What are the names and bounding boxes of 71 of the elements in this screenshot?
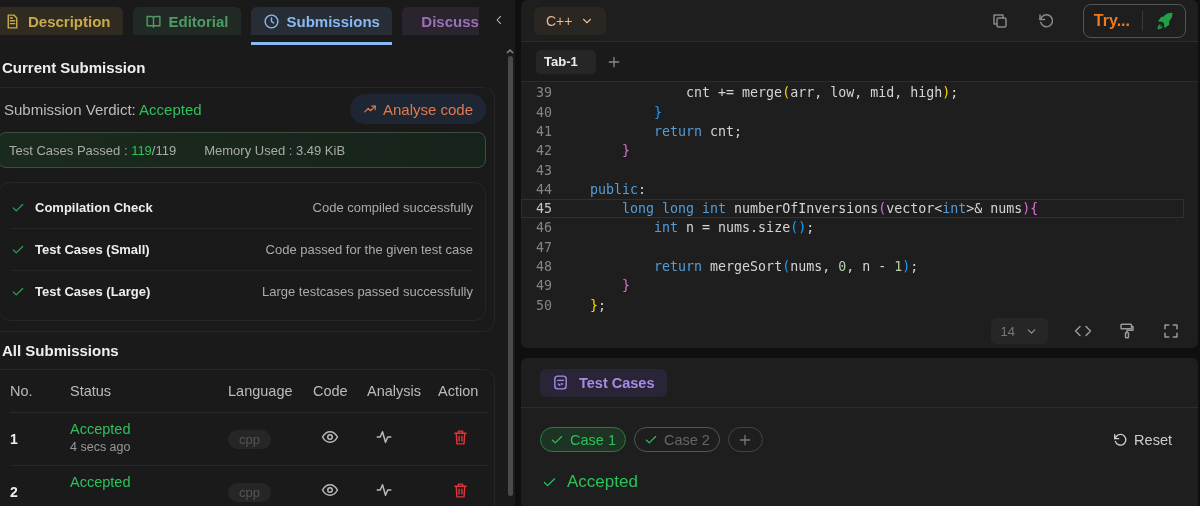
- code-line: public:: [590, 181, 647, 197]
- code-line: }: [621, 278, 631, 294]
- line-number: 43: [535, 162, 552, 178]
- eye-icon[interactable]: [321, 481, 339, 499]
- line-number: 44: [535, 181, 552, 197]
- line-number: 39: [535, 85, 552, 101]
- test-cases-tab[interactable]: Test Cases: [540, 368, 667, 397]
- trash-icon[interactable]: [452, 428, 469, 446]
- column-header: Analysis: [367, 383, 422, 399]
- code-line: }: [653, 104, 663, 120]
- line-number: 45: [535, 201, 552, 217]
- check-detail: Code passed for the given test case: [265, 242, 473, 257]
- column-header: Status: [70, 383, 113, 399]
- submission-verdict: Submission Verdict: Accepted: [4, 100, 202, 118]
- run-button[interactable]: Try...: [1082, 3, 1186, 38]
- line-number: 49: [535, 278, 552, 294]
- trash-icon[interactable]: [452, 481, 469, 499]
- pulse-icon[interactable]: [375, 428, 393, 446]
- reset-icon: [1112, 431, 1129, 448]
- section-heading: All Submissions: [2, 342, 120, 360]
- row-number: 1: [10, 431, 19, 447]
- eye-icon[interactable]: [321, 428, 339, 446]
- code-line: };: [590, 297, 607, 313]
- pulse-icon[interactable]: [375, 481, 393, 499]
- result-status: Accepted: [567, 472, 638, 492]
- case-tab[interactable]: Case 1: [540, 427, 626, 452]
- font-size-dropdown[interactable]: 14: [990, 318, 1048, 345]
- check-name: Compilation Check: [35, 200, 153, 215]
- paint-roller-icon[interactable]: [1118, 322, 1136, 341]
- line-number: 50: [535, 297, 552, 313]
- check-detail: Code compiled successfully: [312, 200, 473, 215]
- clock-icon: [262, 12, 280, 30]
- code-line: cnt += merge(arr, low, mid, high);: [685, 85, 959, 101]
- panel-tab[interactable]: Submissions: [250, 7, 392, 45]
- line-number: 40: [535, 104, 552, 120]
- status-text: Accepted: [70, 474, 132, 490]
- scroll-up-icon[interactable]: [506, 48, 514, 54]
- copy-icon[interactable]: [990, 11, 1009, 30]
- memory-used: Memory Used : 3.49 KiB: [204, 142, 346, 158]
- row-number: 2: [10, 484, 19, 500]
- test-box-icon: [552, 374, 569, 391]
- rocket-icon: [1155, 10, 1175, 31]
- check-name: Test Cases (Small): [35, 242, 150, 257]
- column-header: Language: [228, 383, 294, 399]
- column-header: Action: [438, 383, 480, 399]
- line-number: 48: [535, 259, 552, 274]
- line-number: 47: [535, 239, 552, 255]
- status-text: Accepted: [70, 421, 132, 437]
- submitted-time: 4 secs ago: [70, 440, 132, 454]
- code-line: long long int numberOfInversions(vector<int>& nums){: [621, 201, 1039, 217]
- analyse-code-button[interactable]: Analyse code: [349, 94, 486, 124]
- scrollbar[interactable]: [507, 56, 513, 496]
- language-dropdown[interactable]: C++: [534, 6, 607, 35]
- code-line: }: [621, 143, 631, 159]
- code-line: return cnt;: [653, 123, 743, 139]
- reset-icon[interactable]: [1036, 11, 1055, 30]
- line-number: 42: [535, 143, 552, 159]
- editor-tab[interactable]: Tab-1: [536, 49, 596, 74]
- code-line: int n = nums.size();: [653, 220, 815, 236]
- code-line: return mergeSort(nums, 0, n - 1);: [653, 259, 919, 274]
- tests-passed: Test Cases Passed : 119/119: [9, 142, 177, 158]
- section-heading: Current Submission: [2, 59, 147, 77]
- check-detail: Large testcases passed successfully: [262, 284, 473, 299]
- fullscreen-icon[interactable]: [1162, 322, 1180, 341]
- line-number: 41: [535, 123, 552, 139]
- check-name: Test Cases (Large): [35, 284, 151, 299]
- line-number: 46: [535, 220, 552, 236]
- trend-icon: [362, 102, 377, 116]
- column-header: No.: [10, 383, 34, 399]
- column-header: Code: [313, 383, 349, 399]
- reset-button[interactable]: Reset: [1112, 431, 1172, 448]
